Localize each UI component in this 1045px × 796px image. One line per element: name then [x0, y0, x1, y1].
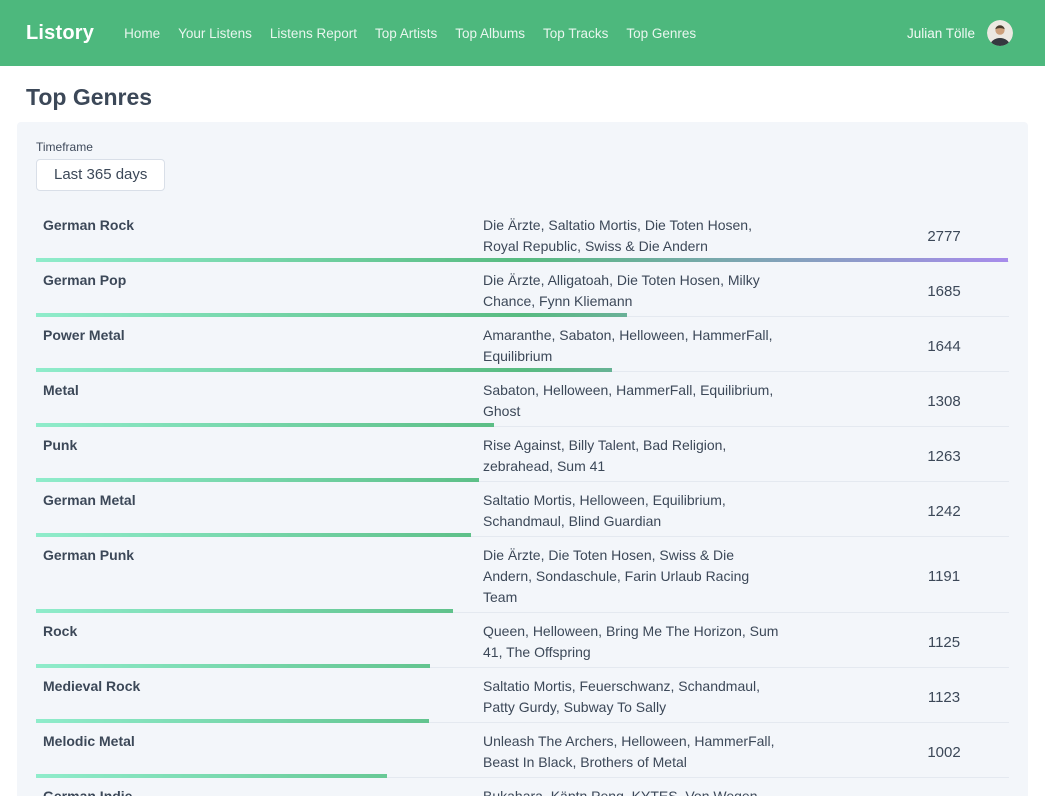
nav-item-top-genres[interactable]: Top Genres [626, 26, 696, 41]
genre-row: German Indie Bukahara, Käptn Peng, KYTES… [36, 778, 1009, 796]
genre-row: Metal Sabaton, Helloween, HammerFall, Eq… [36, 372, 1009, 427]
genre-count: 1644 [879, 338, 1009, 355]
genre-name: German Indie [36, 786, 483, 796]
genre-artists: Die Ärzte, Alligatoah, Die Toten Hosen, … [483, 270, 783, 312]
genre-artists: Bukahara, Käptn Peng, KYTES, Von Wegen L… [483, 786, 783, 796]
genre-name: German Pop [36, 270, 483, 312]
genre-count: 1123 [879, 689, 1009, 706]
genre-count: 1308 [879, 393, 1009, 410]
genre-name: Rock [36, 621, 483, 663]
genre-table-body: German Rock Die Ärzte, Saltatio Mortis, … [36, 207, 1009, 796]
genre-name: Medieval Rock [36, 676, 483, 718]
genre-name: German Punk [36, 545, 483, 608]
genre-bar [36, 719, 429, 723]
genre-name: Metal [36, 380, 483, 422]
genre-bar [36, 258, 1009, 262]
genre-bar [36, 664, 430, 668]
genre-artists: Sabaton, Helloween, HammerFall, Equilibr… [483, 380, 783, 422]
genre-artists: Die Ärzte, Die Toten Hosen, Swiss & Die … [483, 545, 783, 608]
genre-count: 1125 [879, 634, 1009, 651]
nav-item-top-albums[interactable]: Top Albums [455, 26, 525, 41]
genre-row: Punk Rise Against, Billy Talent, Bad Rel… [36, 427, 1009, 482]
genre-count: 1002 [879, 744, 1009, 761]
navbar: Listory Home Your Listens Listens Report… [0, 0, 1045, 66]
genre-bar [36, 368, 612, 372]
genre-row: Melodic Metal Unleash The Archers, Hello… [36, 723, 1009, 778]
genre-name: German Metal [36, 490, 483, 532]
genre-bar [36, 774, 387, 778]
app-logo[interactable]: Listory [26, 22, 94, 45]
genre-count: 1263 [879, 448, 1009, 465]
genre-count: 1242 [879, 503, 1009, 520]
genre-bar [36, 313, 627, 317]
genre-name: German Rock [36, 215, 483, 257]
genre-row: Rock Queen, Helloween, Bring Me The Hori… [36, 613, 1009, 668]
user-name[interactable]: Julian Tölle [907, 26, 975, 41]
genre-name: Melodic Metal [36, 731, 483, 773]
genre-artists: Amaranthe, Sabaton, Helloween, HammerFal… [483, 325, 783, 367]
nav-item-your-listens[interactable]: Your Listens [178, 26, 252, 41]
genre-row: Medieval Rock Saltatio Mortis, Feuerschw… [36, 668, 1009, 723]
genre-row: Power Metal Amaranthe, Sabaton, Hellowee… [36, 317, 1009, 372]
genre-artists: Queen, Helloween, Bring Me The Horizon, … [483, 621, 783, 663]
main-nav: Home Your Listens Listens Report Top Art… [124, 26, 696, 41]
page-content: Top Genres Timeframe Last 365 days Germa… [0, 83, 1045, 796]
genre-artists: Rise Against, Billy Talent, Bad Religion… [483, 435, 783, 477]
genre-artists: Unleash The Archers, Helloween, HammerFa… [483, 731, 783, 773]
nav-item-top-artists[interactable]: Top Artists [375, 26, 437, 41]
nav-item-listens-report[interactable]: Listens Report [270, 26, 357, 41]
genre-bar [36, 533, 471, 537]
genre-bar [36, 478, 479, 482]
genre-count: 1685 [879, 283, 1009, 300]
genre-artists: Saltatio Mortis, Feuerschwanz, Schandmau… [483, 676, 783, 718]
nav-item-home[interactable]: Home [124, 26, 160, 41]
genre-bar [36, 423, 494, 427]
genre-name: Punk [36, 435, 483, 477]
genre-count: 2777 [879, 228, 1009, 245]
genre-bar [36, 609, 453, 613]
page-title: Top Genres [26, 83, 1028, 111]
top-genres-card: Timeframe Last 365 days German Rock Die … [17, 122, 1028, 796]
genre-artists: Die Ärzte, Saltatio Mortis, Die Toten Ho… [483, 215, 783, 257]
genre-row: German Metal Saltatio Mortis, Helloween,… [36, 482, 1009, 537]
nav-item-top-tracks[interactable]: Top Tracks [543, 26, 608, 41]
user-avatar-photo [987, 20, 1013, 46]
genre-name: Power Metal [36, 325, 483, 367]
genre-count: 1191 [879, 568, 1009, 585]
timeframe-dropdown[interactable]: Last 365 days [36, 159, 165, 191]
user-avatar[interactable] [987, 20, 1013, 46]
genre-artists: Saltatio Mortis, Helloween, Equilibrium,… [483, 490, 783, 532]
genre-row: German Pop Die Ärzte, Alligatoah, Die To… [36, 262, 1009, 317]
timeframe-label: Timeframe [36, 140, 1009, 154]
genre-row: German Punk Die Ärzte, Die Toten Hosen, … [36, 537, 1009, 613]
genre-row: German Rock Die Ärzte, Saltatio Mortis, … [36, 207, 1009, 262]
